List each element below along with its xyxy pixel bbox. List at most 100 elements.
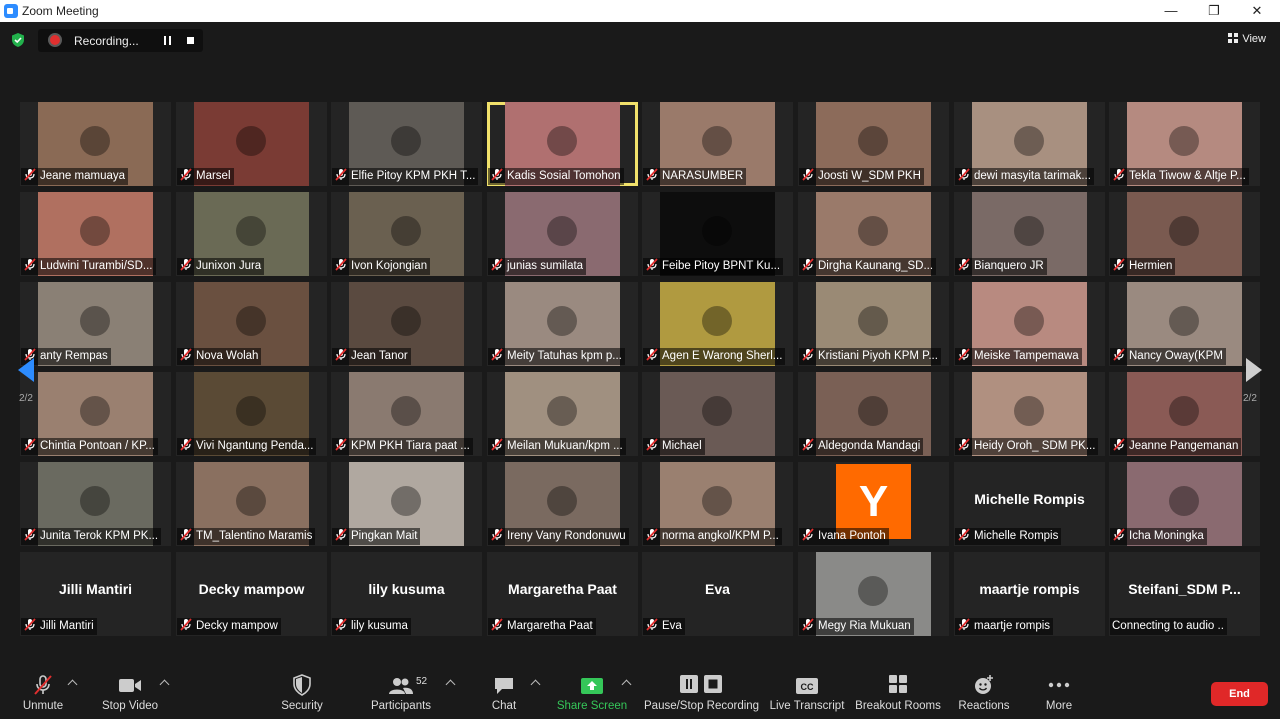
participant-display-name: lily kusuma — [368, 581, 445, 597]
encryption-shield-icon[interactable] — [10, 32, 26, 48]
participant-tile[interactable]: Elfie Pitoy KPM PKH T... — [331, 102, 482, 186]
maximize-button[interactable]: ❐ — [1192, 0, 1236, 22]
participant-name-label: Decky mampow — [177, 618, 281, 635]
muted-mic-icon — [645, 528, 659, 541]
participant-tile[interactable]: Junixon Jura — [176, 192, 327, 276]
participant-tile[interactable]: norma angkol/KPM P... — [642, 462, 793, 546]
participant-name: Junita Terok KPM PK... — [40, 530, 159, 542]
minimize-button[interactable]: — — [1149, 0, 1193, 22]
security-button[interactable]: Security — [276, 664, 328, 719]
participant-name: anty Rempas — [40, 350, 108, 362]
end-meeting-button[interactable]: End — [1211, 682, 1268, 706]
participant-tile[interactable]: Tekla Tiwow & Altje P... — [1109, 102, 1260, 186]
participant-tile[interactable]: TM_Talentino Maramis — [176, 462, 327, 546]
muted-mic-icon — [334, 438, 348, 451]
participant-tile[interactable]: Margaretha Paat Margaretha Paat — [487, 552, 638, 636]
participant-tile[interactable]: Eva Eva — [642, 552, 793, 636]
participant-tile[interactable]: junias sumilata — [487, 192, 638, 276]
participant-tile[interactable]: Bianquero JR — [954, 192, 1105, 276]
participant-tile[interactable]: lily kusuma lily kusuma — [331, 552, 482, 636]
participant-tile[interactable]: Aldegonda Mandagi — [798, 372, 949, 456]
participant-name-label: Kadis Sosial Tomohon — [488, 168, 624, 185]
participant-tile[interactable]: Ireny Vany Rondonuwu — [487, 462, 638, 546]
participants-button[interactable]: 52 Participants — [369, 664, 433, 719]
participant-tile[interactable]: KPM PKH Tiara paat ... — [331, 372, 482, 456]
participant-tile[interactable]: Jilli Mantiri Jilli Mantiri — [20, 552, 171, 636]
person-silhouette — [391, 215, 422, 246]
participant-tile[interactable]: Decky mampow Decky mampow — [176, 552, 327, 636]
participant-name-label: Meiske Tampemawa — [955, 348, 1082, 365]
participant-name-label: Connecting to audio .. — [1110, 618, 1227, 635]
share-screen-button[interactable]: Share Screen — [556, 664, 628, 719]
participant-tile[interactable]: Heidy Oroh_ SDM PK... — [954, 372, 1105, 456]
participant-tile[interactable]: Jean Tanor — [331, 282, 482, 366]
person-silhouette — [80, 125, 111, 156]
participant-name: Meiske Tampemawa — [974, 350, 1079, 362]
share-screen-label: Share Screen — [556, 700, 628, 712]
participant-name-label: Michael — [643, 438, 705, 455]
participant-tile[interactable]: Meity Tatuhas kpm p... — [487, 282, 638, 366]
participant-tile[interactable]: maartje rompis maartje rompis — [954, 552, 1105, 636]
participant-tile[interactable]: Michelle Rompis Michelle Rompis — [954, 462, 1105, 546]
chat-options-caret[interactable] — [530, 679, 541, 690]
close-window-button[interactable]: ✕ — [1235, 0, 1279, 22]
participant-name: KPM PKH Tiara paat ... — [351, 440, 470, 452]
participant-tile[interactable]: Feibe Pitoy BPNT Ku... — [642, 192, 793, 276]
view-button[interactable]: View — [1228, 33, 1266, 45]
participant-tile[interactable]: Nova Wolah — [176, 282, 327, 366]
window-title-bar: Zoom Meeting — ❐ ✕ — [0, 0, 1280, 22]
participant-tile[interactable]: NARASUMBER — [642, 102, 793, 186]
participant-tile[interactable]: Joosti W_SDM PKH — [798, 102, 949, 186]
muted-mic-icon — [645, 258, 659, 271]
participant-tile[interactable]: Hermien — [1109, 192, 1260, 276]
muted-mic-icon — [179, 438, 193, 451]
participant-name: Meity Tatuhas kpm p... — [507, 350, 622, 362]
live-transcript-button[interactable]: CC Live Transcript — [768, 664, 846, 719]
participant-tile[interactable]: Vivi Ngantung Penda... — [176, 372, 327, 456]
muted-mic-icon — [645, 348, 659, 361]
participant-tile[interactable]: Meiske Tampemawa — [954, 282, 1105, 366]
participant-tile[interactable]: Jeane mamuaya — [20, 102, 171, 186]
participant-tile[interactable]: Icha Moningka — [1109, 462, 1260, 546]
participant-name: Jean Tanor — [351, 350, 408, 362]
stop-video-button[interactable]: Stop Video — [96, 664, 164, 719]
participant-tile[interactable]: dewi masyita tarimak... — [954, 102, 1105, 186]
muted-mic-icon — [23, 438, 37, 451]
unmute-button[interactable]: Unmute — [14, 664, 72, 719]
participant-tile[interactable]: Megy Ria Mukuan — [798, 552, 949, 636]
chat-button[interactable]: Chat — [480, 664, 528, 719]
participant-tile[interactable]: Junita Terok KPM PK... — [20, 462, 171, 546]
participant-name-label: Marsel — [177, 168, 234, 185]
next-page-button[interactable]: 2/2 — [1234, 328, 1270, 412]
participant-tile[interactable]: Y Ivana Pontoh — [798, 462, 949, 546]
stop-recording-icon[interactable] — [187, 37, 194, 44]
participant-tile[interactable]: Ivon Kojongian — [331, 192, 482, 276]
muted-mic-icon — [957, 258, 971, 271]
grid-view-icon — [1228, 33, 1239, 43]
participant-name-label: dewi masyita tarimak... — [955, 168, 1094, 185]
participant-tile[interactable]: Meilan Mukuan/kpm ... — [487, 372, 638, 456]
participant-name: Margaretha Paat — [507, 620, 593, 632]
participant-tile[interactable]: Kadis Sosial Tomohon — [487, 102, 638, 186]
participant-tile[interactable]: Kristiani Piyoh KPM P... — [798, 282, 949, 366]
participant-name-label: lily kusuma — [332, 618, 411, 635]
participant-tile[interactable]: Steifani_SDM P... Connecting to audio .. — [1109, 552, 1260, 636]
reactions-button[interactable]: Reactions — [956, 664, 1012, 719]
participant-tile[interactable]: Dirgha Kaunang_SD... — [798, 192, 949, 276]
arrow-right-icon — [1246, 358, 1262, 382]
previous-page-button[interactable]: 2/2 — [10, 328, 46, 412]
participant-tile[interactable]: Pingkan Mait — [331, 462, 482, 546]
participant-name: Kristiani Piyoh KPM P... — [818, 350, 938, 362]
participant-tile[interactable]: Agen E Warong Sherl... — [642, 282, 793, 366]
participant-tile[interactable]: Marsel — [176, 102, 327, 186]
participant-name-label: KPM PKH Tiara paat ... — [332, 438, 473, 455]
participants-options-caret[interactable] — [445, 679, 456, 690]
participant-name-label: Ludwini Turambi/SD... — [21, 258, 156, 275]
pause-recording-icon[interactable] — [164, 36, 171, 45]
participant-tile[interactable]: Ludwini Turambi/SD... — [20, 192, 171, 276]
pause-stop-recording-button[interactable]: Pause/Stop Recording — [644, 664, 759, 719]
participant-name: Heidy Oroh_ SDM PK... — [974, 440, 1096, 452]
breakout-rooms-button[interactable]: Breakout Rooms — [855, 664, 941, 719]
participant-tile[interactable]: Michael — [642, 372, 793, 456]
more-button[interactable]: More — [1038, 664, 1080, 719]
